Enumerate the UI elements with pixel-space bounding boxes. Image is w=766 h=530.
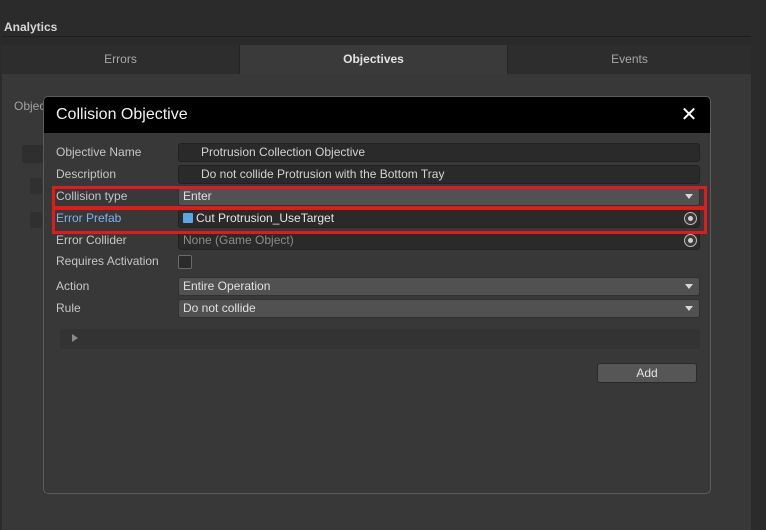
collision-type-row: Collision type Enter [44, 187, 710, 207]
objective-name-input[interactable]: Protrusion Collection Objective [178, 143, 700, 162]
description-input[interactable]: Do not collide Protrusion with the Botto… [178, 165, 700, 184]
objective-name-row: Objective Name Protrusion Collection Obj… [44, 143, 710, 163]
object-picker-icon[interactable] [684, 234, 697, 247]
requires-activation-label: Requires Activation [56, 254, 159, 268]
background-chip [30, 212, 42, 228]
error-collider-row: Error Collider None (Game Object) [44, 231, 710, 251]
tab-objectives[interactable]: Objectives [240, 45, 508, 74]
close-icon[interactable]: ✕ [678, 104, 700, 126]
action-label: Action [56, 279, 90, 293]
error-collider-value: None (Game Object) [183, 233, 294, 247]
requires-activation-row: Requires Activation [44, 252, 710, 272]
window-title: Analytics [4, 20, 58, 34]
chevron-down-icon [685, 306, 693, 311]
collision-type-label: Collision type [56, 189, 128, 203]
background-chip [30, 178, 42, 194]
objectives-partial-label: Objec [14, 99, 46, 113]
tab-events[interactable]: Events [508, 45, 751, 74]
error-prefab-row: Error Prefab Cut Protrusion_UseTarget [44, 209, 710, 229]
rule-row: Rule Do not collide [44, 299, 710, 319]
error-prefab-value: Cut Protrusion_UseTarget [196, 211, 335, 225]
chevron-down-icon [685, 194, 693, 199]
rule-label: Rule [56, 301, 81, 315]
error-collider-label: Error Collider [56, 233, 127, 247]
error-collider-field[interactable]: None (Game Object) [178, 231, 700, 250]
chevron-down-icon [685, 284, 693, 289]
tab-errors[interactable]: Errors [2, 45, 240, 74]
objective-name-label: Objective Name [56, 145, 142, 159]
collision-type-value: Enter [183, 189, 212, 203]
action-value: Entire Operation [183, 279, 271, 293]
requires-activation-checkbox[interactable] [178, 255, 192, 269]
action-dropdown[interactable]: Entire Operation [178, 277, 700, 296]
add-button[interactable]: Add [597, 363, 697, 383]
dialog-title: Collision Objective [56, 106, 188, 123]
dialog-header: Collision Objective [44, 97, 710, 133]
collapsed-foldout[interactable] [60, 329, 700, 349]
action-row: Action Entire Operation [44, 277, 710, 297]
tab-bar: Errors Objectives Events [2, 45, 751, 74]
chevron-right-icon [72, 334, 78, 342]
prefab-cube-icon [183, 213, 193, 223]
description-row: Description Do not collide Protrusion wi… [44, 165, 710, 185]
rule-dropdown[interactable]: Do not collide [178, 299, 700, 318]
description-label: Description [56, 167, 117, 181]
error-prefab-field[interactable]: Cut Protrusion_UseTarget [178, 209, 700, 228]
object-picker-icon[interactable] [684, 212, 697, 225]
rule-value: Do not collide [183, 301, 256, 315]
collision-type-dropdown[interactable]: Enter [178, 187, 700, 206]
error-prefab-label: Error Prefab [56, 211, 122, 225]
collision-objective-dialog: Collision Objective ✕ Objective Name Pro… [43, 96, 711, 494]
